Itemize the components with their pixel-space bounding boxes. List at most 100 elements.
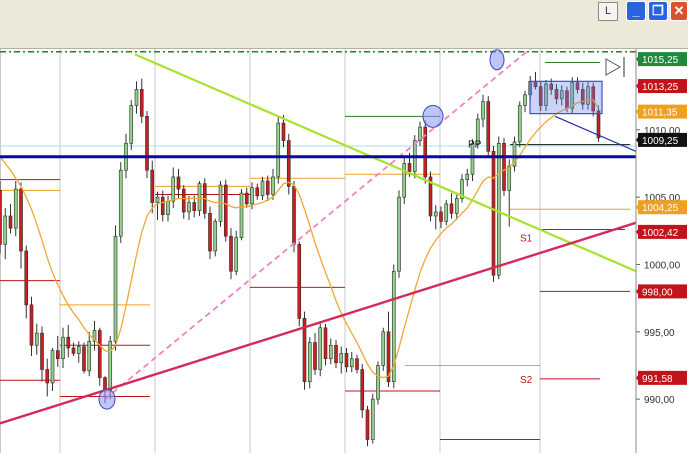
candle-body-61 <box>318 327 323 370</box>
candle-body-69 <box>360 369 365 411</box>
price-label-2: 1011,35 <box>642 108 678 119</box>
pivot-ellipse-2 <box>489 49 505 71</box>
chart-grid <box>0 49 541 453</box>
annotation-s2: S2 <box>520 375 533 386</box>
candle-body-89 <box>465 173 470 180</box>
price-label-7: 991,58 <box>642 374 673 385</box>
candle-body-40 <box>208 212 212 252</box>
candle-body-67 <box>349 358 354 368</box>
candle-body-59 <box>307 342 312 382</box>
candle-body-11 <box>55 350 60 360</box>
close-button[interactable]: ✕ <box>670 1 688 21</box>
candle-body-28 <box>145 116 149 171</box>
chart-mode-button[interactable]: L <box>598 2 618 21</box>
play-marker-icon <box>605 58 622 76</box>
candle-body-4 <box>19 188 23 252</box>
candle-body-47 <box>244 192 249 205</box>
candle-body-66 <box>344 353 349 368</box>
candle-body-2 <box>8 215 13 229</box>
toolbar <box>0 23 688 49</box>
price-label-4: 1004,25 <box>642 203 679 214</box>
maximize-button[interactable]: ❐ <box>648 1 668 21</box>
price-tick-label-2: 1000,00 <box>644 260 681 271</box>
candle-body-38 <box>197 183 202 211</box>
price-label-6: 998,00 <box>642 287 673 298</box>
candle-body-46 <box>239 192 244 238</box>
candle-body-76 <box>397 196 401 272</box>
candlesticks <box>0 71 601 447</box>
candle-body-8 <box>40 332 44 370</box>
candle-body-65 <box>339 353 344 364</box>
pivot-ellipse-0 <box>98 388 116 410</box>
candle-body-77 <box>402 163 407 198</box>
candle-body-6 <box>29 304 34 346</box>
candle-body-30 <box>155 196 160 203</box>
candle-body-83 <box>433 211 438 217</box>
candle-body-29 <box>150 169 155 203</box>
candle-body-35 <box>181 188 186 213</box>
candle-body-34 <box>176 176 181 190</box>
price-label-1: 1013,25 <box>642 82 679 93</box>
candle-body-84 <box>439 211 443 222</box>
candle-body-73 <box>381 331 386 366</box>
candle-body-15 <box>76 346 81 354</box>
candle-body-26 <box>134 89 139 106</box>
candle-body-12 <box>61 336 65 360</box>
candle-body-9 <box>45 369 50 384</box>
candle-body-52 <box>271 176 275 195</box>
candle-body-21 <box>108 340 113 392</box>
dashed-channel-line <box>104 48 531 400</box>
candle-body-93 <box>486 101 491 152</box>
candle-body-68 <box>355 358 359 370</box>
candle-body-33 <box>171 176 176 202</box>
chart-area[interactable]: S1 PP S2 990,00 995,00 1000,00 1005,00 1010,00… <box>0 48 688 453</box>
candle-body-64 <box>334 344 338 364</box>
candle-body-32 <box>166 200 170 215</box>
candle-body-94 <box>491 151 496 276</box>
minimize-button[interactable]: _ <box>626 1 646 21</box>
candle-body-23 <box>118 169 123 237</box>
candle-body-22 <box>113 235 118 342</box>
candle-body-86 <box>449 203 454 214</box>
candle-body-53 <box>276 122 281 178</box>
candle-body-78 <box>407 163 412 172</box>
candle-body-14 <box>71 347 76 354</box>
candle-body-5 <box>24 250 29 306</box>
candle-body-72 <box>376 365 380 400</box>
candle-body-1 <box>3 215 8 245</box>
candle-body-36 <box>187 202 191 213</box>
candle-body-85 <box>444 203 449 222</box>
candle-body-27 <box>139 89 144 117</box>
candle-body-37 <box>192 202 197 211</box>
candle-body-31 <box>160 196 165 215</box>
price-axis: 990,00995,001000,001005,001010,001015,25… <box>635 49 687 453</box>
title-bar: L _ ❐ ✕ <box>0 0 688 23</box>
price-label-3: 1009,25 <box>642 136 679 147</box>
candle-body-96 <box>502 142 506 191</box>
candle-body-13 <box>66 336 71 349</box>
candle-body-51 <box>265 180 270 195</box>
candle-body-19 <box>97 330 102 378</box>
consolidation-box <box>529 80 603 115</box>
candle-body-62 <box>323 327 328 360</box>
candle-body-16 <box>82 346 86 372</box>
candle-body-99 <box>517 105 522 143</box>
pivot-ellipse-1 <box>422 104 444 128</box>
candle-body-92 <box>481 101 485 120</box>
candle-body-48 <box>250 187 254 205</box>
candle-body-100 <box>523 94 527 106</box>
candle-body-25 <box>129 105 134 144</box>
candle-body-55 <box>286 140 291 187</box>
candle-body-80 <box>418 126 422 141</box>
candle-body-95 <box>496 142 501 276</box>
price-chart[interactable]: S1PPS2 990,00995,001000,001005,001010,00… <box>0 48 688 453</box>
candle-body-56 <box>292 186 296 245</box>
candle-body-70 <box>365 409 370 440</box>
candle-body-43 <box>223 184 228 237</box>
candle-body-7 <box>34 332 39 346</box>
price-label-0: 1015,25 <box>642 55 679 66</box>
candle-body-87 <box>454 198 459 214</box>
candle-body-50 <box>260 180 265 197</box>
candle-body-49 <box>255 187 260 197</box>
candle-body-17 <box>87 340 92 372</box>
